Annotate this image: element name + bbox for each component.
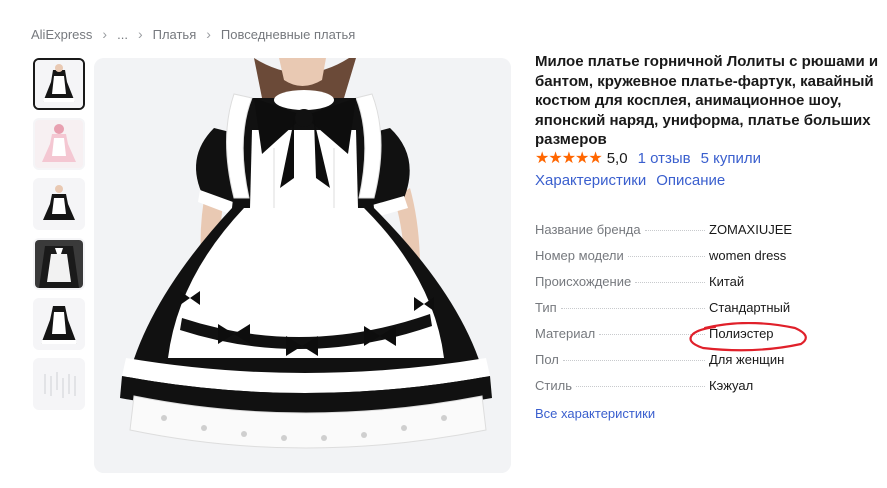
reviews-link[interactable]: 1 отзыв (638, 150, 691, 167)
spec-key: Стиль (535, 378, 572, 393)
spec-key: Номер модели (535, 248, 624, 263)
tab-characteristics[interactable]: Характеристики (535, 172, 646, 189)
spec-row: Тип Стандартный (535, 300, 835, 326)
spec-value: ZOMAXIUJEE (709, 222, 793, 237)
product-title: Милое платье горничной Лолиты с рюшами и… (535, 53, 879, 148)
chevron-right-icon: › (206, 26, 211, 42)
spec-key: Происхождение (535, 274, 632, 289)
specs-table: Название бренда ZOMAXIUJEE Номер модели wom… (535, 222, 835, 404)
rating-row: ★★★★★ 5,0 1 отзыв 5 купили (535, 148, 771, 168)
spec-row: Происхождение Китай (535, 274, 835, 300)
breadcrumb-aliexpress[interactable]: AliExpress (31, 27, 92, 42)
thumbnail-5[interactable] (33, 298, 85, 350)
spec-value: Китай (709, 274, 745, 289)
breadcrumb-dresses[interactable]: Платья (153, 27, 197, 42)
thumbnail-4[interactable] (33, 238, 85, 290)
breadcrumb-ellipsis[interactable]: ... (117, 27, 128, 42)
chevron-right-icon: › (102, 26, 108, 42)
dotted-leader (644, 230, 705, 231)
spec-row: Материал Полиэстер (535, 326, 835, 352)
dotted-leader (627, 256, 705, 257)
spec-value: Для женщин (709, 352, 785, 367)
spec-key: Тип (535, 300, 557, 315)
product-tabs: Характеристики Описание (535, 172, 725, 189)
spec-key: Пол (535, 352, 559, 367)
dotted-leader (575, 386, 705, 387)
thumbnail-size-chart[interactable] (33, 358, 85, 410)
all-specs-link[interactable]: Все характеристики (535, 406, 655, 421)
spec-key: Название бренда (535, 222, 641, 237)
maid-dress-image (94, 58, 511, 473)
star-rating-icon: ★★★★★ (535, 150, 603, 167)
spec-value: Стандартный (709, 300, 791, 315)
thumbnail-2[interactable] (33, 118, 85, 170)
dotted-leader (599, 334, 705, 335)
rating-score: 5,0 (606, 149, 628, 167)
spec-key: Материал (535, 326, 596, 341)
chevron-right-icon: › (137, 26, 143, 42)
spec-row: Пол Для женщин (535, 352, 835, 378)
thumbnail-list (33, 58, 85, 418)
dotted-leader (562, 360, 705, 361)
breadcrumb: AliExpress › ... › Платья › Повседневные… (31, 26, 355, 42)
thumbnail-1[interactable] (33, 58, 85, 110)
sold-count-link[interactable]: 5 купили (701, 150, 761, 167)
spec-value: Полиэстер (709, 326, 774, 341)
thumbnail-3[interactable] (33, 178, 85, 230)
spec-row: Номер модели women dress (535, 248, 835, 274)
dotted-leader (635, 282, 705, 283)
main-product-image[interactable] (94, 58, 511, 473)
spec-value: women dress (709, 248, 787, 263)
spec-row: Стиль Кэжуал (535, 378, 835, 404)
spec-row: Название бренда ZOMAXIUJEE (535, 222, 835, 248)
dotted-leader (560, 308, 705, 309)
spec-value: Кэжуал (709, 378, 754, 393)
breadcrumb-casual-dresses[interactable]: Повседневные платья (221, 27, 355, 42)
tab-description[interactable]: Описание (656, 172, 725, 189)
